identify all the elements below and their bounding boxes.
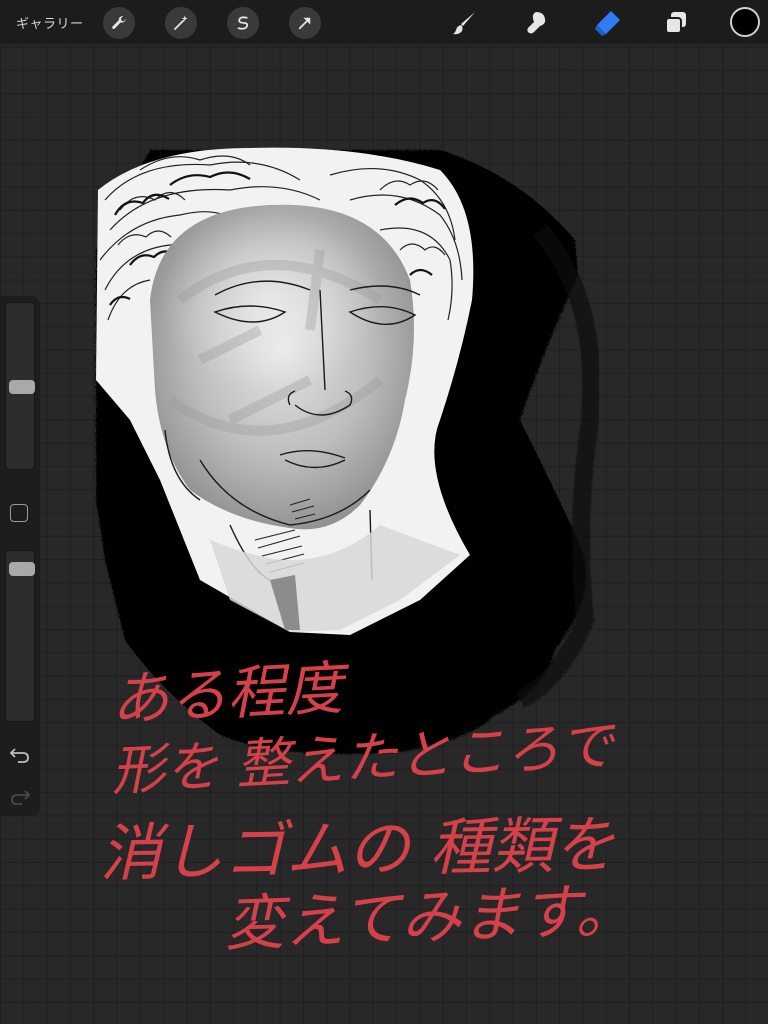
brush-size-slider[interactable]: [5, 302, 35, 470]
note-line-4: 変えてみます。: [223, 876, 636, 960]
layers-button[interactable]: [659, 6, 693, 40]
face-highlight: [160, 210, 380, 390]
drawing-canvas[interactable]: ある程度 形を 整えたところで 消しゴムの 種類を 変えてみます。: [0, 0, 768, 1024]
eraser-button[interactable]: [590, 6, 624, 40]
color-picker-button[interactable]: [730, 7, 760, 37]
opacity-slider-thumb[interactable]: [9, 561, 35, 576]
selection-icon: [237, 16, 249, 30]
magic-wand-icon: [174, 15, 188, 30]
layers-icon: [665, 12, 686, 34]
wrench-icon: [112, 16, 126, 29]
brush-button[interactable]: [448, 6, 482, 40]
actions-button[interactable]: [103, 7, 135, 39]
brush-icon: [453, 12, 475, 35]
left-sidebar: [0, 296, 40, 816]
smudge-button[interactable]: [519, 6, 553, 40]
smudge-icon: [527, 12, 546, 34]
modify-button[interactable]: [10, 504, 28, 522]
note-line-1: ある程度: [109, 654, 352, 734]
transform-button[interactable]: [289, 7, 321, 39]
top-toolbar: ギャラリー: [0, 0, 768, 44]
adjustments-button[interactable]: [165, 7, 197, 39]
redo-icon[interactable]: [8, 784, 32, 808]
selection-button[interactable]: [227, 7, 259, 39]
gallery-button[interactable]: ギャラリー: [16, 13, 84, 32]
transform-icon: [298, 17, 311, 30]
note-line-3: 消しゴムの 種類を: [99, 808, 616, 890]
eraser-icon: [595, 11, 620, 36]
brush-size-slider-thumb[interactable]: [9, 380, 35, 394]
undo-icon[interactable]: [8, 742, 32, 766]
opacity-slider[interactable]: [5, 550, 35, 722]
